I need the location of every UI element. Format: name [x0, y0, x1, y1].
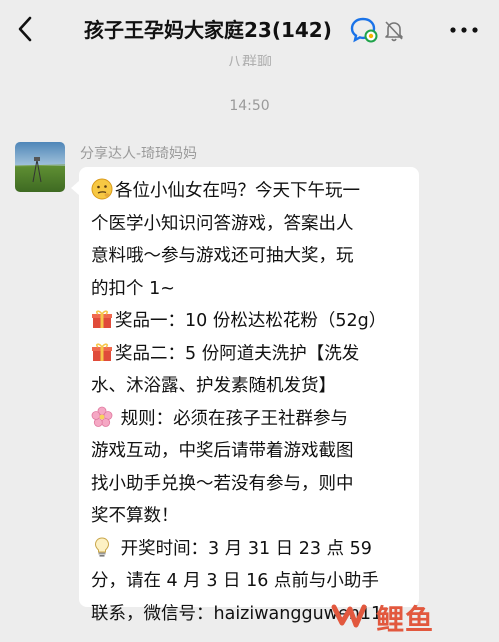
light-bulb-icon: [94, 536, 110, 557]
message-line: 分，请在 4 月 3 日 16 点前与小助手: [91, 571, 379, 591]
gift-icon: [92, 310, 112, 328]
avatar[interactable]: [15, 142, 65, 192]
message-line: 的扣个 1~: [91, 278, 175, 299]
message-line: 意料哦～参与游戏还可抽大奖，玩: [91, 246, 354, 266]
message-line: 开奖时间：3 月 31 日 23 点 59: [91, 533, 409, 566]
watermark: 鲤鱼: [330, 598, 490, 638]
sender-name[interactable]: 分享达人-琦琦妈妈: [80, 143, 197, 163]
cherry-blossom-icon: [91, 406, 113, 427]
bell-off-icon: [382, 18, 406, 42]
chat-subtitle: 八群聊: [226, 53, 272, 66]
message-line: 个医学小知识问答游戏，答案出人: [91, 213, 354, 234]
more-dots-icon[interactable]: [448, 22, 480, 36]
message-line: 游戏互动，中奖后请带着游戏截图: [91, 441, 354, 461]
message-bubble[interactable]: 各位小仙女在吗？今天下午玩一 个医学小知识问答游戏，答案出人 意料哦～参与游戏还…: [71, 167, 419, 624]
message-line: 水、沐浴露、护发素随机发货】: [91, 376, 336, 396]
group-chat-icon[interactable]: [349, 16, 379, 44]
chat-title[interactable]: 孩子王孕妈大家庭23(142): [84, 14, 332, 46]
message-line: 规则：必须在孩子王社群参与: [91, 403, 409, 436]
message-line: 奖不算数！: [91, 506, 179, 526]
chevron-left-icon[interactable]: [12, 14, 38, 44]
thinking-face-icon: [91, 178, 113, 200]
fish-logo-icon: [331, 604, 367, 628]
message-line: 奖品二：5 份阿道夫洗护【洗发: [91, 338, 409, 371]
message-line: 找小助手兑换～若没有参与，则中: [91, 473, 354, 494]
message-line: 各位小仙女在吗？今天下午玩一: [91, 175, 409, 208]
message-line: 奖品一：10 份松达松花粉（52g）: [91, 305, 409, 338]
gift-icon: [92, 342, 112, 361]
message-timestamp: 14:50: [229, 98, 270, 114]
watermark-text: 鲤鱼: [376, 603, 435, 636]
